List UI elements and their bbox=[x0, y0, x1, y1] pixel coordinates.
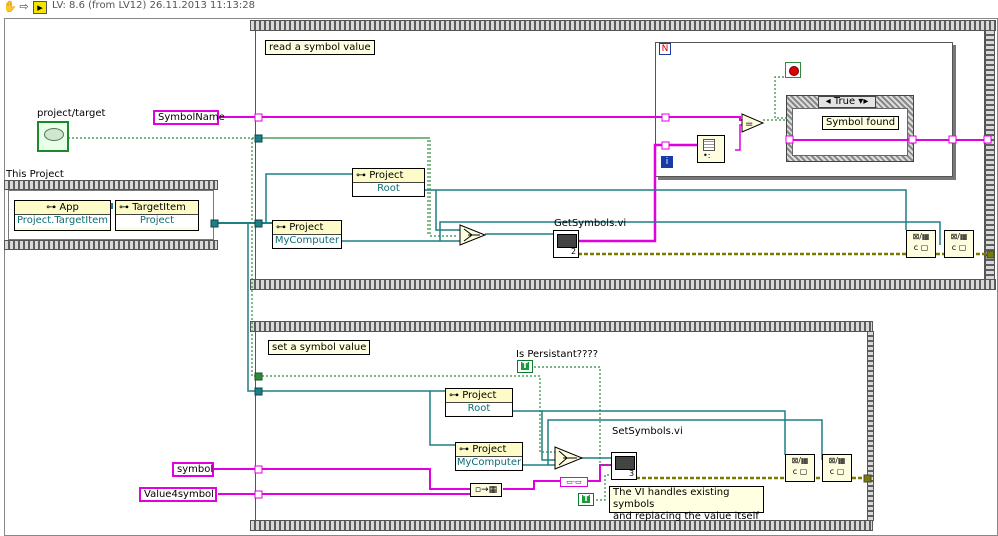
close-ref-c-icon: c ▢ bbox=[792, 467, 808, 476]
note-constant-value: T bbox=[582, 494, 590, 503]
symbol-control[interactable]: symbol bbox=[172, 462, 214, 477]
read-close-ref-node-1[interactable]: ⊠/▦ c ▢ bbox=[906, 230, 936, 258]
set-project-mycomputer-node[interactable]: ⊶ Project MyComputer bbox=[455, 442, 523, 471]
cluster-constant[interactable]: ▭·▭ bbox=[560, 477, 588, 487]
set-project-mycomputer-prop: MyComputer bbox=[456, 457, 522, 469]
index-array-node[interactable]: •: bbox=[697, 135, 725, 163]
read-project-mycomputer-prop: MyComputer bbox=[273, 235, 341, 247]
svg-text:=: = bbox=[745, 119, 753, 130]
project-target-control[interactable] bbox=[37, 121, 69, 152]
loop-iteration-terminal: i bbox=[661, 156, 673, 168]
setsymbols-num: 3 bbox=[629, 469, 635, 478]
wire-read-1 bbox=[258, 173, 352, 224]
cluster-icon: ▭·▭ bbox=[566, 478, 582, 486]
stop-icon bbox=[789, 66, 799, 76]
index-icon: •: bbox=[703, 151, 711, 160]
refnum-icon bbox=[44, 128, 64, 141]
read-project-root-node[interactable]: ⊶ Project Root bbox=[352, 168, 425, 197]
set-note-line-1: The VI handles existing symbols bbox=[613, 487, 730, 510]
note-constant[interactable]: T bbox=[578, 493, 594, 506]
setsymbols-subvi[interactable]: 3 bbox=[611, 452, 637, 480]
close-ref-c-icon: c ▢ bbox=[951, 243, 967, 252]
setsymbols-label: SetSymbols.vi bbox=[612, 426, 683, 437]
array-icon bbox=[703, 139, 715, 151]
read-project-mycomputer-node[interactable]: ⊶ Project MyComputer bbox=[272, 220, 342, 249]
key-icon: ⊶ bbox=[459, 444, 473, 455]
bundle-icon: ▫→▦ bbox=[474, 485, 498, 495]
read-project-mycomputer-header: Project bbox=[289, 222, 324, 233]
wire-symbol bbox=[214, 468, 470, 490]
read-project-root-prop: Root bbox=[353, 183, 424, 195]
set-project-mycomputer-header: Project bbox=[472, 444, 507, 455]
set-note-line-2: and replacing the value itself bbox=[613, 511, 759, 522]
set-project-root-header: Project bbox=[462, 390, 497, 401]
value4symbol-control[interactable]: Value4symbol bbox=[139, 487, 217, 502]
targetitem-node-header: TargetItem bbox=[132, 202, 186, 213]
wire-read-root-2 bbox=[436, 189, 907, 230]
persistent-label: Is Persistant???? bbox=[516, 349, 599, 360]
set-note-comment: The VI handles existing symbols and repl… bbox=[609, 486, 764, 522]
read-project-root-header: Project bbox=[369, 170, 404, 181]
read-frame-comment: read a symbol value bbox=[265, 40, 375, 55]
monitor-icon bbox=[557, 234, 577, 248]
key-icon: ⊶ bbox=[46, 202, 60, 213]
monitor-icon bbox=[615, 456, 635, 470]
set-project-root-prop: Root bbox=[446, 403, 512, 415]
loop-count-terminal[interactable]: N bbox=[659, 43, 671, 55]
close-ref-icon: ⊠/▦ bbox=[950, 232, 968, 241]
set-close-ref-node-2[interactable]: ⊠/▦ c ▢ bbox=[822, 454, 852, 482]
targetitem-property-node[interactable]: ⊶ TargetItem Project bbox=[115, 200, 199, 231]
this-project-label: This Project bbox=[6, 169, 64, 180]
app-node-prop: Project.TargetItem bbox=[15, 215, 110, 227]
stop-terminal[interactable] bbox=[785, 62, 801, 78]
read-close-ref-node-2[interactable]: ⊠/▦ c ▢ bbox=[944, 230, 974, 258]
persistent-constant[interactable]: T bbox=[517, 360, 533, 373]
key-icon: ⊶ bbox=[356, 170, 370, 181]
close-ref-icon: ⊠/▦ bbox=[791, 456, 809, 465]
set-frame-comment: set a symbol value bbox=[268, 340, 371, 355]
key-icon: ⊶ bbox=[276, 222, 290, 233]
key-icon: ⊶ bbox=[449, 390, 463, 401]
key-icon: ⊶ bbox=[119, 202, 133, 213]
getsymbols-num: 2 bbox=[571, 247, 577, 256]
set-project-root-node[interactable]: ⊶ Project Root bbox=[445, 388, 513, 417]
targetitem-node-prop: Project bbox=[116, 215, 198, 227]
case-comment: Symbol found bbox=[822, 116, 900, 130]
wire-persistent bbox=[534, 366, 612, 466]
set-close-ref-node-1[interactable]: ⊠/▦ c ▢ bbox=[785, 454, 815, 482]
app-node-header: App bbox=[59, 202, 79, 213]
app-property-node[interactable]: ⊶ App Project.TargetItem bbox=[14, 200, 111, 231]
persistent-constant-value: T bbox=[521, 361, 529, 370]
project-target-label: project/target bbox=[37, 108, 106, 119]
close-ref-icon: ⊠/▦ bbox=[912, 232, 930, 241]
symbolname-control[interactable]: SymbolName bbox=[153, 110, 225, 125]
close-ref-icon: ⊠/▦ bbox=[828, 456, 846, 465]
getsymbols-label: GetSymbols.vi bbox=[554, 218, 627, 229]
getsymbols-subvi[interactable]: 2 bbox=[553, 230, 579, 258]
close-ref-c-icon: c ▢ bbox=[829, 467, 845, 476]
close-ref-c-icon: c ▢ bbox=[913, 243, 929, 252]
build-cluster-node[interactable]: ▫→▦ bbox=[470, 483, 502, 497]
